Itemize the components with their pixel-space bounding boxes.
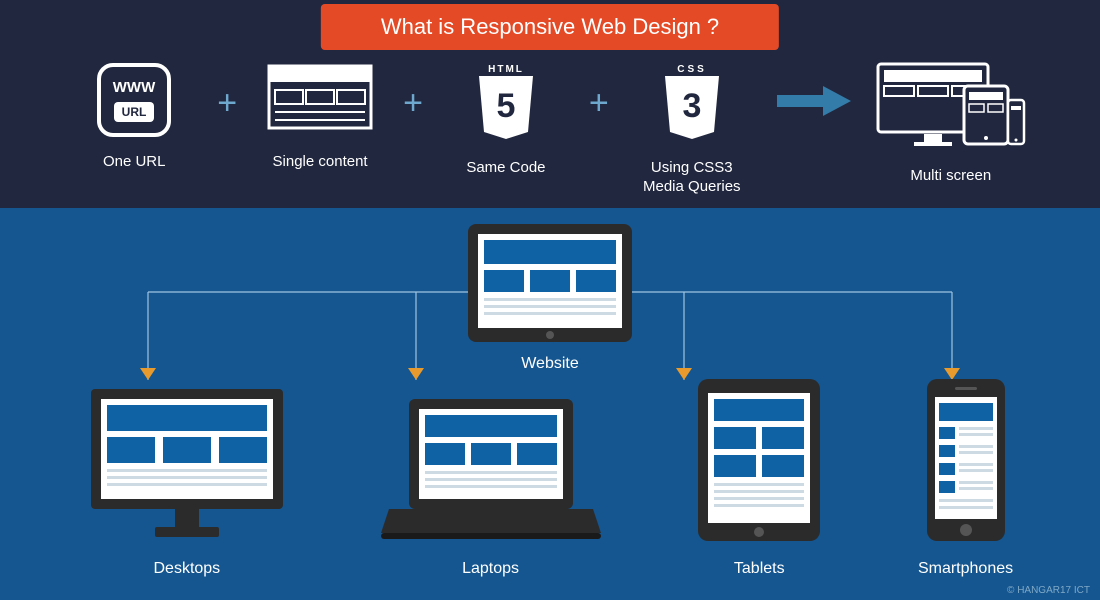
www-text: WWW — [113, 79, 156, 96]
css3-top-text: CSS — [677, 64, 707, 75]
eq-label: Single content — [255, 153, 385, 172]
eq-item-html5: HTML 5 Same Code — [441, 62, 571, 178]
eq-label: Same Code — [441, 159, 571, 178]
devices-row: Desktops Laptops — [0, 375, 1100, 578]
device-smartphone: Smartphones — [918, 375, 1013, 578]
laptop-icon — [381, 395, 601, 545]
website-label: Website — [466, 355, 634, 373]
bottom-section: Website Desktops — [0, 208, 1100, 600]
multiscreen-icon — [876, 62, 1026, 152]
svg-text:3: 3 — [682, 87, 701, 125]
html5-top-text: HTML — [488, 64, 524, 75]
plus-icon: + — [589, 84, 609, 123]
eq-item-css3: CSS 3 Using CSS3 Media Queries — [627, 62, 757, 197]
css3-icon: CSS 3 — [657, 62, 727, 144]
top-band: What is Responsive Web Design ? WWW URL … — [0, 0, 1100, 208]
url-text: URL — [122, 105, 147, 119]
device-label: Tablets — [694, 560, 824, 578]
copyright-text: © HANGAR17 ICT — [1007, 585, 1090, 596]
device-laptop: Laptops — [381, 395, 601, 578]
arrow-right-icon — [775, 84, 853, 118]
website-icon — [466, 222, 634, 344]
eq-label: Using CSS3 Media Queries — [627, 159, 757, 197]
device-label: Laptops — [381, 560, 601, 578]
smartphone-icon — [921, 375, 1011, 545]
eq-label: One URL — [69, 153, 199, 172]
eq-item-one-url: WWW URL One URL — [69, 62, 199, 172]
html5-icon: HTML 5 — [471, 62, 541, 144]
device-label: Desktops — [87, 560, 287, 578]
desktop-icon — [87, 385, 287, 545]
eq-label: Multi screen — [871, 167, 1031, 186]
url-icon: WWW URL — [96, 62, 172, 138]
device-tablet: Tablets — [694, 375, 824, 578]
website-node: Website — [466, 222, 634, 373]
plus-icon: + — [217, 84, 237, 123]
plus-icon: + — [403, 84, 423, 123]
device-desktop: Desktops — [87, 385, 287, 578]
svg-text:5: 5 — [496, 87, 515, 125]
page-title: What is Responsive Web Design ? — [321, 4, 779, 50]
equation-row: WWW URL One URL + Single content + — [0, 62, 1100, 197]
wireframe-icon — [265, 62, 375, 138]
device-label: Smartphones — [918, 560, 1013, 578]
eq-item-multiscreen: Multi screen — [871, 62, 1031, 186]
tablet-icon — [694, 375, 824, 545]
eq-item-single-content: Single content — [255, 62, 385, 172]
